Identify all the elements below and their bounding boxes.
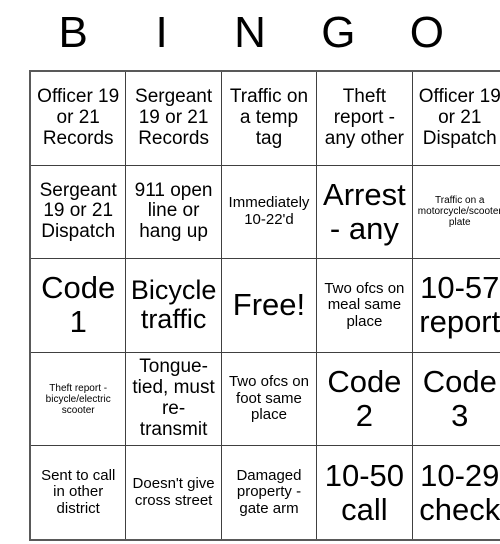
bingo-row: Sergeant 19 or 21 Dispatch 911 open line …: [29, 164, 500, 260]
bingo-header-letter-i: I: [155, 8, 168, 57]
bingo-cell[interactable]: Damaged property - gate arm: [220, 445, 318, 541]
bingo-cell[interactable]: Theft report - any other: [316, 70, 413, 166]
bingo-cell-free-space[interactable]: Free!: [220, 258, 318, 353]
bingo-cell[interactable]: Immediately 10-22'd: [220, 164, 318, 260]
bingo-cell[interactable]: Officer 19 or 21 Dispatch: [411, 70, 500, 166]
bingo-row: Theft report - bicycle/electric scooter T…: [29, 351, 500, 447]
bingo-header: B I N G O: [29, 0, 471, 70]
bingo-cell[interactable]: 10-57 report: [411, 258, 500, 353]
bingo-cell[interactable]: 10-50 call: [316, 445, 413, 541]
bingo-cell[interactable]: Two ofcs on meal same place: [316, 258, 413, 353]
bingo-header-letter-g: G: [321, 8, 356, 57]
bingo-header-letter-n: N: [234, 8, 266, 57]
bingo-cell[interactable]: Tongue-tied, must re-transmit: [125, 351, 222, 447]
bingo-row: Sent to call in other district Doesn't gi…: [29, 445, 500, 541]
bingo-cell[interactable]: 911 open line or hang up: [125, 164, 222, 260]
bingo-cell[interactable]: Traffic on a motorcycle/scooter plate: [411, 164, 500, 260]
bingo-row: Officer 19 or 21 Records Sergeant 19 or 2…: [29, 70, 500, 166]
bingo-header-letter-b: B: [58, 8, 88, 57]
bingo-cell[interactable]: Sergeant 19 or 21 Records: [125, 70, 222, 166]
bingo-cell[interactable]: Traffic on a temp tag: [220, 70, 318, 166]
bingo-cell[interactable]: Arrest - any: [316, 164, 413, 260]
bingo-cell[interactable]: Officer 19 or 21 Records: [29, 70, 127, 166]
bingo-cell[interactable]: Sergeant 19 or 21 Dispatch: [29, 164, 127, 260]
bingo-cell[interactable]: Code 2: [316, 351, 413, 447]
bingo-cell[interactable]: Bicycle traffic: [125, 258, 222, 353]
bingo-cell[interactable]: Sent to call in other district: [29, 445, 127, 541]
bingo-cell[interactable]: Theft report - bicycle/electric scooter: [29, 351, 127, 447]
bingo-row: Code 1 Bicycle traffic Free! Two ofcs on me…: [29, 258, 500, 353]
bingo-header-letter-o: O: [409, 8, 444, 57]
bingo-cell[interactable]: Code 3: [411, 351, 500, 447]
bingo-cell[interactable]: Code 1: [29, 258, 127, 353]
bingo-cell[interactable]: 10-29 check: [411, 445, 500, 541]
bingo-card: B I N G O Officer 19 or 21 Records Sergea…: [29, 0, 500, 541]
bingo-cell[interactable]: Doesn't give cross street: [125, 445, 222, 541]
bingo-cell[interactable]: Two ofcs on foot same place: [220, 351, 318, 447]
bingo-grid: Officer 19 or 21 Records Sergeant 19 or 2…: [29, 70, 500, 541]
